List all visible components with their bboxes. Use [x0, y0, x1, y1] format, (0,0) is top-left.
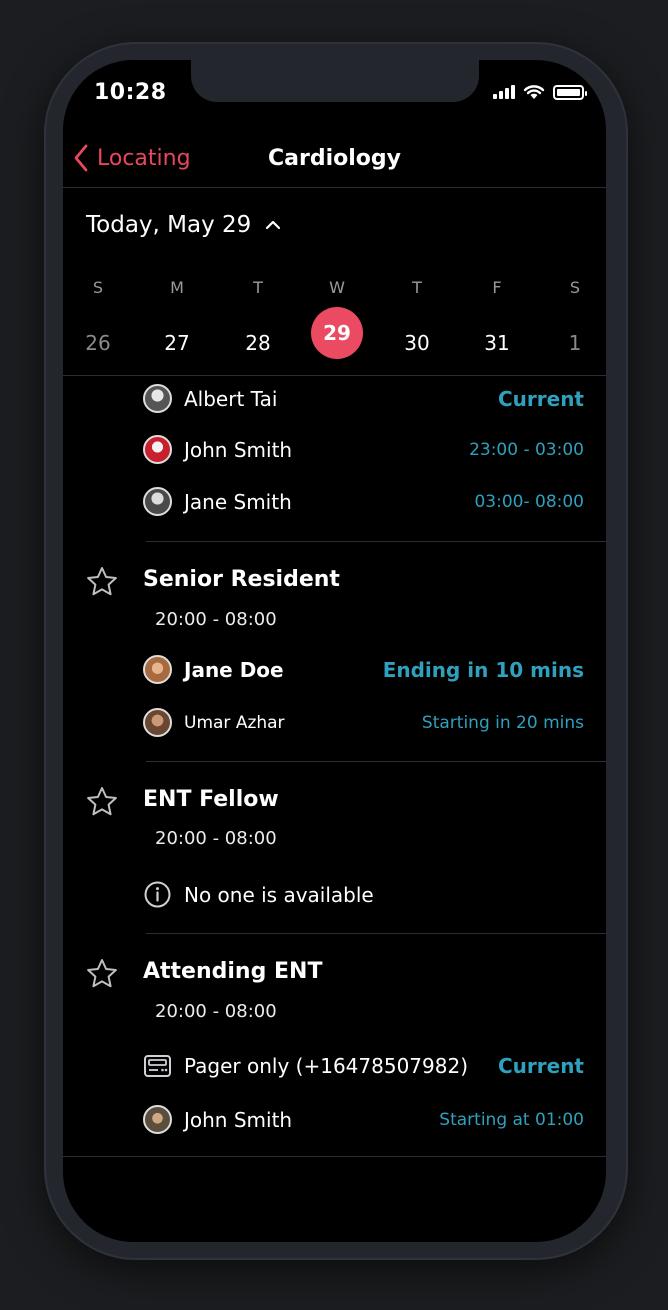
weekday-letter: T	[253, 278, 263, 297]
avatar	[143, 487, 172, 516]
person-name: Jane Doe	[184, 657, 284, 682]
day-number: 26	[85, 331, 111, 355]
status-label: Ending in 10 mins	[382, 657, 584, 682]
person-name: Albert Tai	[184, 386, 278, 411]
group-divider	[146, 541, 606, 542]
nav-divider	[63, 187, 606, 188]
day-saturday[interactable]: S 1	[545, 278, 605, 369]
avatar	[143, 1105, 172, 1134]
weekday-letter: S	[92, 278, 104, 297]
navigation-bar: Cardiology Locating	[63, 140, 606, 188]
day-monday[interactable]: M 27	[147, 278, 207, 369]
chevron-left-icon	[74, 144, 88, 172]
avatar	[143, 655, 172, 684]
back-button[interactable]: Locating	[73, 144, 191, 172]
avatar	[143, 435, 172, 464]
contact-text: Pager only (+16478507982)	[184, 1054, 468, 1078]
day-sunday[interactable]: S 26	[68, 278, 128, 369]
selected-day-number: 29	[311, 307, 363, 359]
star-icon[interactable]	[85, 957, 119, 991]
shift-time: 20:00 - 08:00	[155, 1001, 277, 1022]
device-notch	[191, 60, 479, 102]
person-name: Umar Azhar	[184, 712, 285, 733]
empty-state-text: No one is available	[184, 882, 374, 907]
weekday-letter: M	[170, 278, 184, 297]
avatar	[143, 708, 172, 737]
wifi-icon	[523, 85, 545, 99]
weekday-letter: T	[412, 278, 422, 297]
list-item[interactable]: Albert Tai Current	[143, 384, 584, 413]
status-time: 10:28	[94, 80, 167, 105]
day-wednesday-selected[interactable]: W 29	[307, 278, 367, 359]
cellular-signal-icon	[493, 85, 515, 99]
role-title: Attending ENT	[143, 959, 323, 984]
status-label: 03:00- 08:00	[474, 491, 584, 512]
day-thursday[interactable]: T 30	[387, 278, 447, 369]
date-picker-toggle[interactable]: Today, May 29	[86, 212, 281, 238]
calendar-divider	[63, 375, 606, 376]
back-button-label: Locating	[97, 145, 191, 171]
battery-icon	[553, 84, 587, 100]
day-number: 30	[404, 331, 430, 355]
app-screen: 10:28 Cardiology Locating Today, May 29	[63, 60, 606, 1242]
pager-icon	[144, 1055, 171, 1077]
day-friday[interactable]: F 31	[467, 278, 527, 369]
shift-time: 20:00 - 08:00	[155, 609, 277, 630]
list-item[interactable]: Umar Azhar Starting in 20 mins	[143, 708, 584, 737]
status-label: Starting at 01:00	[439, 1109, 584, 1130]
group-divider	[146, 761, 606, 762]
status-label: Starting in 20 mins	[421, 712, 584, 733]
star-icon[interactable]	[85, 785, 119, 819]
list-item[interactable]: Jane Doe Ending in 10 mins	[143, 655, 584, 684]
person-name: John Smith	[184, 1107, 293, 1132]
day-number: 31	[484, 331, 510, 355]
list-item[interactable]: Pager only (+16478507982) Current	[143, 1053, 584, 1079]
weekday-letter: W	[329, 278, 345, 297]
status-label: Current	[497, 1054, 584, 1078]
avatar	[143, 384, 172, 413]
chevron-up-icon	[266, 220, 281, 230]
day-tuesday[interactable]: T 28	[228, 278, 288, 369]
star-icon[interactable]	[85, 565, 119, 599]
day-number: 27	[164, 331, 190, 355]
date-label: Today, May 29	[86, 212, 252, 238]
person-name: Jane Smith	[184, 489, 292, 514]
weekday-letter: F	[492, 278, 502, 297]
day-number: 28	[245, 331, 271, 355]
group-divider	[146, 933, 606, 934]
day-number: 1	[568, 331, 582, 355]
status-label: Current	[497, 386, 584, 411]
list-item: No one is available	[143, 880, 584, 909]
role-title: ENT Fellow	[143, 787, 279, 812]
person-name: John Smith	[184, 437, 293, 462]
list-item[interactable]: Jane Smith 03:00- 08:00	[143, 487, 584, 516]
status-label: 23:00 - 03:00	[469, 439, 584, 460]
list-bottom-divider	[63, 1156, 606, 1157]
list-item[interactable]: John Smith 23:00 - 03:00	[143, 435, 584, 464]
shift-time: 20:00 - 08:00	[155, 828, 277, 849]
list-item[interactable]: John Smith Starting at 01:00	[143, 1105, 584, 1134]
weekday-letter: S	[569, 278, 581, 297]
info-icon	[144, 881, 171, 908]
status-icons	[493, 84, 587, 100]
role-title: Senior Resident	[143, 567, 340, 592]
